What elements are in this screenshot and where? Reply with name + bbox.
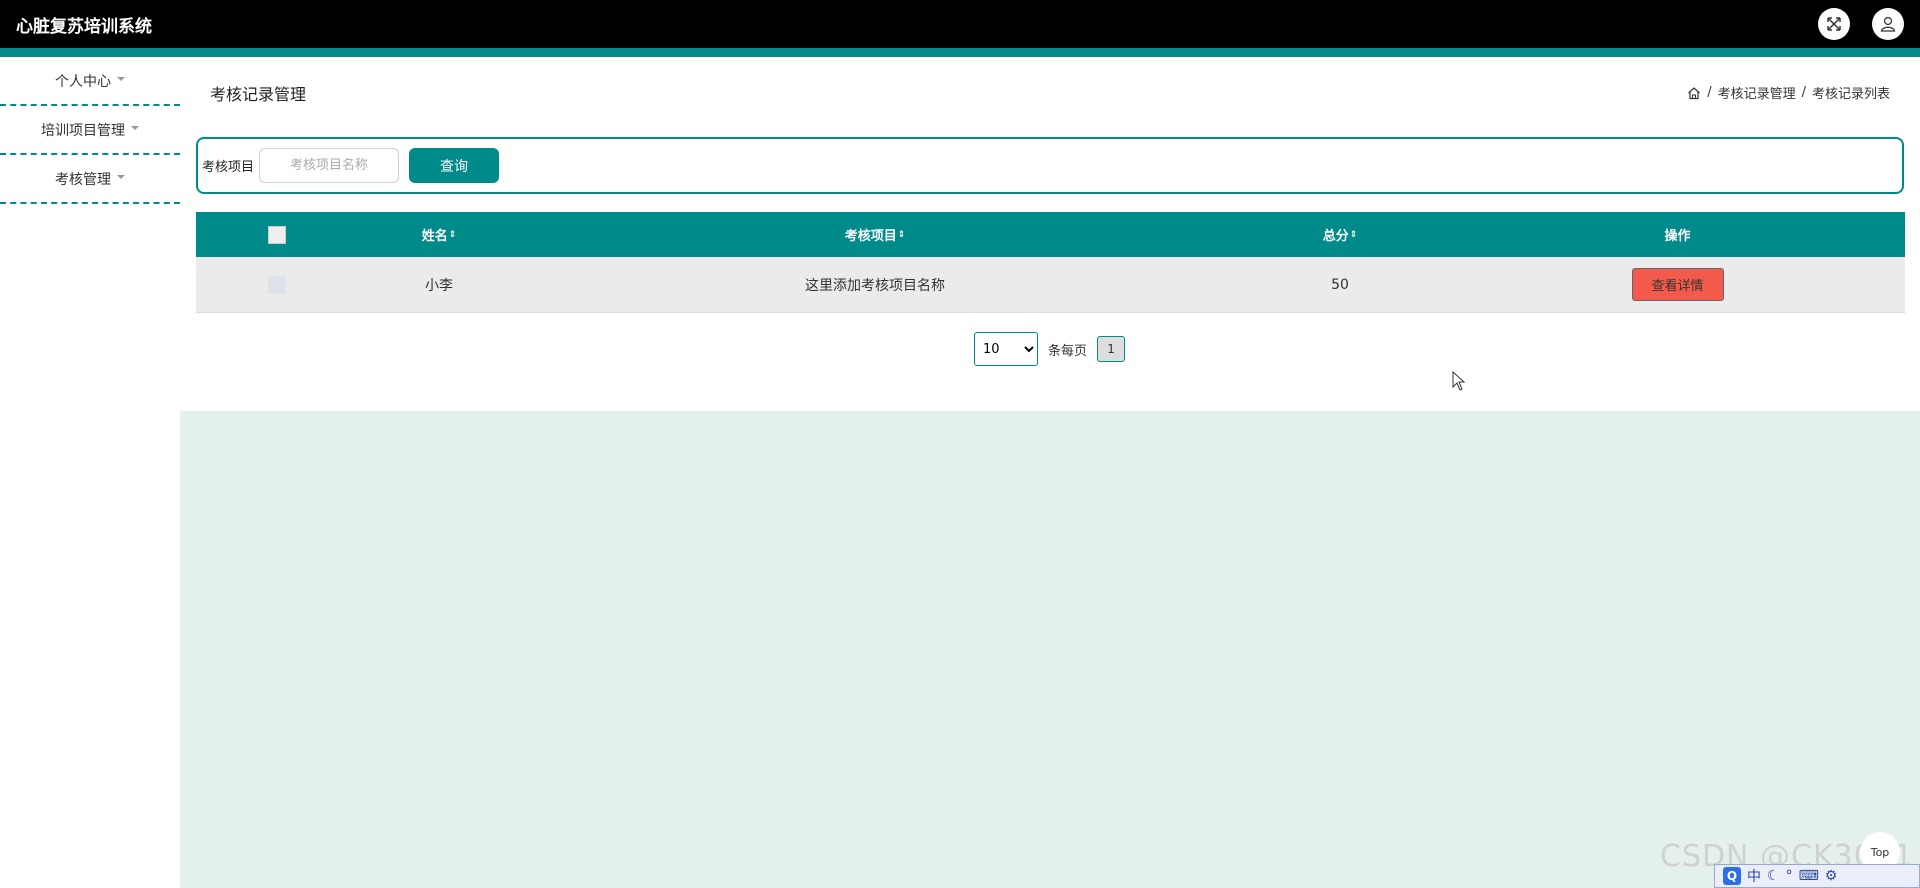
column-header-label: 总分 — [1322, 229, 1349, 244]
select-all-cell — [196, 225, 358, 244]
sidebar: 个人中心 培训项目管理 考核管理 — [0, 57, 180, 888]
sidebar-item-label: 考核管理 — [55, 171, 111, 188]
row-select-cell — [196, 275, 358, 294]
home-icon[interactable] — [1687, 86, 1701, 100]
sidebar-item-assessment[interactable]: 考核管理 — [0, 155, 180, 204]
cell-actions: 查看详情 — [1450, 268, 1905, 301]
table-header: 姓名 ⇕ 考核项目 ⇕ 总分 ⇕ 操作 — [196, 212, 1905, 257]
sidebar-item-personal-center[interactable]: 个人中心 — [0, 57, 180, 106]
caret-down-icon — [117, 76, 125, 81]
sort-icon: ⇕ — [1349, 229, 1358, 240]
column-header-name[interactable]: 姓名 ⇕ — [358, 225, 520, 244]
breadcrumb-item-current: 考核记录列表 — [1811, 87, 1890, 102]
records-table: 姓名 ⇕ 考核项目 ⇕ 总分 ⇕ 操作 小李 这里添加考核项目名称 50 查看详… — [196, 212, 1905, 313]
mouse-cursor-icon — [1452, 371, 1466, 391]
breadcrumb-separator: / — [1707, 85, 1712, 100]
user-icon — [1880, 16, 1896, 32]
breadcrumb: / 考核记录管理 / 考核记录列表 — [1687, 83, 1890, 102]
search-label: 考核项目 — [202, 160, 255, 175]
fullscreen-icon — [1827, 17, 1841, 31]
page-button-current[interactable]: 1 — [1097, 336, 1126, 362]
page-title: 考核记录管理 — [210, 85, 307, 104]
search-panel: 考核项目 查询 — [196, 137, 1904, 194]
topbar-actions — [1818, 8, 1904, 40]
content-background — [180, 411, 1920, 888]
main-content: 考核记录管理 / 考核记录管理 / 考核记录列表 考核项目 查询 姓名 ⇕ 考核… — [180, 57, 1920, 888]
moon-icon: ☾ — [1767, 868, 1780, 884]
cell-score: 50 — [1331, 276, 1349, 293]
select-all-checkbox[interactable] — [268, 225, 286, 244]
ime-logo-icon: Q — [1723, 867, 1741, 885]
search-button[interactable]: 查询 — [409, 148, 500, 183]
table-row: 小李 这里添加考核项目名称 50 查看详情 — [196, 257, 1905, 313]
sidebar-item-label: 个人中心 — [55, 73, 111, 90]
view-details-button[interactable]: 查看详情 — [1631, 268, 1724, 301]
app-title: 心脏复苏培训系统 — [16, 16, 152, 37]
caret-down-icon — [117, 174, 125, 179]
ime-toolbar[interactable]: Q 中 ☾ ° ⌨ ⚙ — [1714, 864, 1920, 888]
breadcrumb-separator: / — [1801, 85, 1806, 100]
pagination: 10 条每页 1 — [974, 332, 1126, 366]
top-bar: 心脏复苏培训系统 — [0, 0, 1920, 48]
sidebar-item-training-projects[interactable]: 培训项目管理 — [0, 106, 180, 155]
user-menu-button[interactable] — [1872, 8, 1904, 40]
sidebar-item-label: 培训项目管理 — [41, 122, 125, 139]
page-size-select[interactable]: 10 — [974, 332, 1038, 366]
per-page-label: 条每页 — [1048, 343, 1088, 359]
column-header-label: 操作 — [1664, 229, 1691, 244]
row-checkbox[interactable] — [268, 275, 286, 294]
cell-project: 这里添加考核项目名称 — [805, 277, 945, 294]
breadcrumb-item[interactable]: 考核记录管理 — [1718, 83, 1796, 102]
accent-strip — [0, 48, 1920, 57]
cell-name: 小李 — [425, 277, 453, 294]
fullscreen-button[interactable] — [1818, 8, 1850, 40]
settings-icon: ⚙ — [1824, 868, 1838, 884]
column-header-project[interactable]: 考核项目 ⇕ — [520, 225, 1230, 244]
caret-down-icon — [131, 125, 139, 130]
sort-icon: ⇕ — [897, 229, 906, 240]
column-header-label: 考核项目 — [844, 229, 897, 244]
column-header-actions: 操作 — [1450, 225, 1905, 244]
column-header-score[interactable]: 总分 ⇕ — [1230, 225, 1450, 244]
punctuation-icon: ° — [1785, 868, 1793, 884]
column-header-label: 姓名 — [421, 229, 448, 244]
project-name-input[interactable] — [259, 148, 400, 183]
ime-mode-label: 中 — [1747, 869, 1761, 885]
keyboard-icon: ⌨ — [1798, 868, 1819, 884]
sort-icon: ⇕ — [448, 229, 457, 240]
